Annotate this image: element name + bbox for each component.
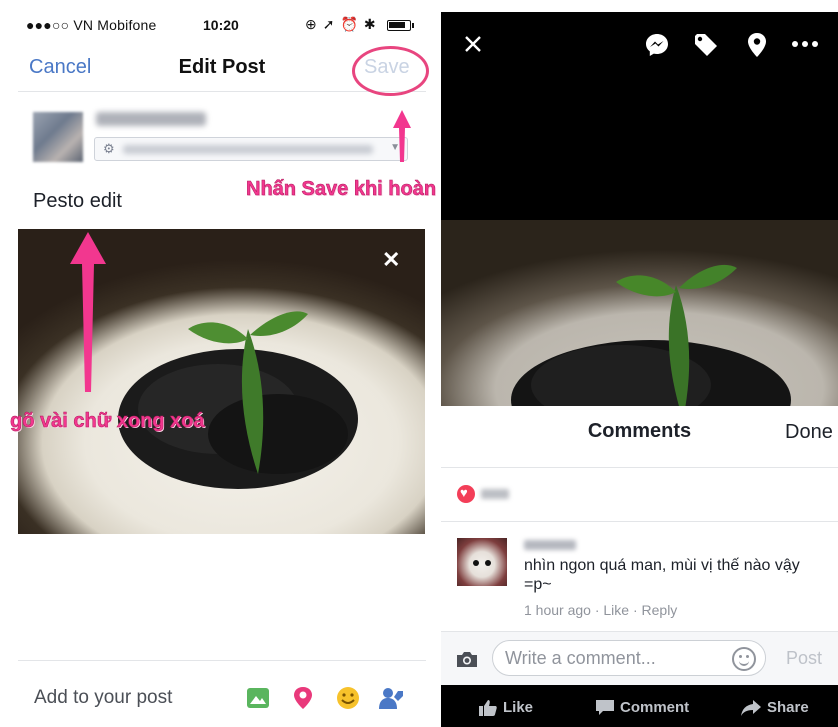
location-icon[interactable] — [746, 32, 768, 58]
carrier-label: ●●●○○ VN Mobifone — [26, 17, 157, 33]
location-icon[interactable] — [290, 685, 316, 711]
post-text[interactable]: Pesto edit — [33, 190, 122, 213]
camera-icon[interactable] — [455, 650, 479, 668]
status-bar: ●●●○○ VN Mobifone 10:20 ⊕➚⏰✱ — [0, 0, 440, 48]
photo-icon[interactable] — [245, 685, 271, 711]
battery-icon — [387, 20, 411, 31]
share-icon — [741, 700, 761, 717]
comment-icon — [596, 700, 614, 716]
comment-composer: Post — [441, 631, 838, 685]
pasta-image — [511, 264, 791, 418]
audience-text-blurred — [123, 145, 373, 154]
photo-view — [441, 220, 838, 418]
add-to-post-bar: Add to your post — [18, 660, 426, 727]
comment-text: nhìn ngon quá man, mùi vị thế nào vậy =p… — [524, 557, 800, 593]
post-button[interactable]: Post — [786, 648, 822, 669]
close-icon[interactable] — [463, 34, 483, 54]
like-button[interactable]: Like — [479, 699, 534, 717]
save-highlight-circle — [352, 46, 429, 96]
like-label: Like — [503, 699, 534, 716]
audience-selector[interactable]: ⚙ ▼ — [94, 137, 408, 161]
pasta-image — [118, 311, 358, 489]
avatar — [33, 112, 83, 162]
clock: 10:20 — [203, 17, 239, 33]
battery-tip — [412, 23, 414, 28]
comment-input[interactable] — [492, 640, 766, 676]
annotation-arrow-text — [70, 232, 106, 392]
comments-title: Comments — [587, 420, 692, 442]
feeling-icon[interactable] — [335, 685, 361, 711]
emoji-icon[interactable] — [732, 647, 756, 671]
comment-button[interactable]: Comment — [596, 699, 689, 716]
like-icon — [479, 700, 497, 717]
comment-meta[interactable]: 1 hour ago · Like · Reply — [524, 602, 677, 618]
photo-comments-screen: Comments Done ♥ nhìn ngon quá man, mùi v… — [441, 12, 838, 727]
annotation-type-hint: gõ vài chữ xong xoá — [10, 410, 205, 433]
divider — [441, 467, 838, 468]
commenter-name-blurred[interactable] — [524, 540, 576, 550]
edit-post-screen: ●●●○○ VN Mobifone 10:20 ⊕➚⏰✱ Cancel Edit… — [0, 0, 496, 727]
more-icon[interactable] — [791, 40, 819, 48]
divider — [441, 521, 838, 522]
add-to-post-label: Add to your post — [34, 687, 173, 708]
tag-icon[interactable] — [693, 32, 719, 58]
share-button[interactable]: Share — [741, 699, 809, 717]
tag-people-icon[interactable] — [378, 685, 404, 711]
reactors-blurred[interactable] — [481, 489, 509, 499]
comments-sheet: Comments Done ♥ nhìn ngon quá man, mùi v… — [441, 406, 838, 727]
love-reaction-icon[interactable]: ♥ — [457, 485, 475, 503]
comment-label: Comment — [620, 699, 690, 716]
remove-photo-icon[interactable]: ✕ — [382, 247, 400, 273]
share-label: Share — [767, 699, 809, 716]
status-icons: ⊕➚⏰✱ — [305, 16, 382, 32]
gear-icon: ⚙ — [103, 141, 115, 156]
action-bar: Like Comment Share — [441, 685, 838, 727]
commenter-avatar[interactable] — [457, 538, 507, 586]
done-button[interactable]: Done — [785, 421, 833, 444]
annotation-arrow-save — [393, 110, 411, 162]
cancel-button[interactable]: Cancel — [29, 56, 91, 79]
messenger-icon[interactable] — [644, 32, 670, 58]
user-name-blurred — [96, 112, 206, 126]
